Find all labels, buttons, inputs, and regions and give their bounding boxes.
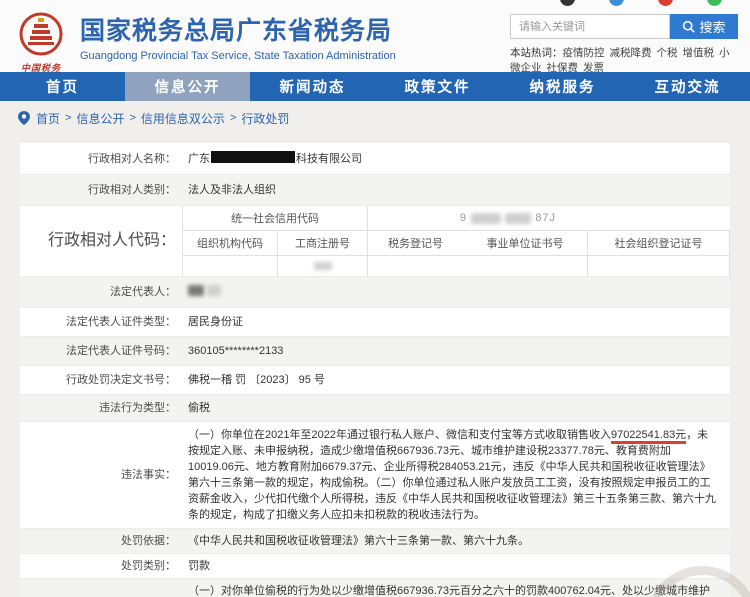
penalty-type-value: 罚款 (188, 560, 210, 572)
breadcrumb-credit-info[interactable]: 信用信息双公示 (141, 110, 225, 127)
row-legal-rep: 法定代表人： (20, 277, 730, 308)
nav-item-home[interactable]: 首页 (0, 72, 125, 101)
field-label: 法定代表人证件类型： (66, 316, 176, 328)
hotword-link[interactable]: 个税 (657, 47, 678, 59)
party-name-value: 广东 科技有限公司 (188, 150, 362, 165)
code-col-header: 税务登记号 (368, 231, 463, 256)
hotword-link[interactable]: 发票 (583, 62, 604, 74)
row-penalty-content: 处罚内容： （一）对你单位偷税的行为处以少缴增值税667936.73元百分之六十… (20, 579, 730, 597)
row-party-code: 行政相对人代码： 统一社会信用代码 9 87J 组织机构代码 工商注册号 税务登… (20, 206, 730, 277)
highlighted-amount: 97022541.83元 (610, 429, 687, 444)
row-party-category: 行政相对人类别： 法人及非法人组织 (20, 175, 730, 206)
breadcrumb-home[interactable]: 首页 (36, 110, 60, 127)
legal-rep-value (182, 284, 730, 300)
breadcrumb-admin-penalty[interactable]: 行政处罚 (241, 110, 289, 127)
emblem-icon (19, 12, 63, 56)
share-icons (560, 0, 722, 6)
hotword-link[interactable]: 疫情防控 (563, 47, 605, 59)
hotword-link[interactable]: 社保费 (547, 62, 579, 74)
redaction-blur-box (188, 285, 204, 296)
agency-title: 国家税务总局广东省税务局 (80, 17, 393, 45)
row-basis: 处罚依据： 《中华人民共和国税收征收管理法》第六十三条第一款、第六十九条。 (20, 529, 730, 554)
hotwords: 本站热词：疫情防控 减税降费 个税 增值税 小微企业 社保费 发票 (510, 46, 738, 76)
row-penalty-type: 处罚类别： 罚款 (20, 554, 730, 579)
search-bar: 搜索 (510, 14, 738, 39)
nav-item-info-disclosure[interactable]: 信息公开 (125, 72, 250, 101)
code-empty-cell (183, 256, 278, 276)
nav-item-news[interactable]: 新闻动态 (250, 72, 375, 101)
row-doc-number: 行政处罚决定文书号： 佛税一稽 罚 〔2023〕 95 号 (20, 366, 730, 395)
code-empty-cell (463, 256, 588, 276)
redaction-black-box (211, 150, 295, 163)
tax-bureau-logo: 中国税务 (10, 12, 72, 73)
share-icon-3[interactable] (658, 0, 673, 6)
redaction-blur-box (313, 262, 332, 270)
hotword-link[interactable]: 减税降费 (610, 47, 652, 59)
party-category-value: 法人及非法人组织 (188, 184, 276, 196)
field-label: 行政处罚决定文书号： (66, 374, 176, 386)
code-empty-cell (278, 256, 368, 276)
field-label: 处罚依据： (121, 535, 176, 547)
id-type-value: 居民身份证 (188, 316, 243, 328)
logo-caption: 中国税务 (20, 63, 61, 73)
top-strip (0, 0, 750, 8)
agency-title-block: 国家税务总局广东省税务局 Guangdong Provincial Tax Se… (80, 12, 396, 72)
code-col-header: 事业单位证书号 (463, 231, 588, 256)
doc-number-value: 佛税一稽 罚 〔2023〕 95 号 (188, 374, 325, 386)
location-pin-icon (18, 111, 30, 125)
field-label: 行政相对人类别： (88, 184, 176, 196)
search-button-label: 搜索 (699, 20, 726, 35)
breadcrumb: 首页 > 信息公开 > 信用信息双公示 > 行政处罚 (0, 101, 750, 135)
penalty-content-value: （一）对你单位偷税的行为处以少缴增值税667936.73元百分之六十的罚款400… (188, 585, 710, 597)
nav-item-tax-service[interactable]: 纳税服务 (500, 72, 625, 101)
agency-subtitle: Guangdong Provincial Tax Service, State … (80, 50, 396, 62)
field-label: 行政相对人代码： (47, 232, 176, 249)
field-label: 处罚类别： (121, 560, 176, 572)
search-button[interactable]: 搜索 (670, 14, 738, 39)
row-party-name: 行政相对人名称： 广东 科技有限公司 (20, 143, 730, 175)
code-col-header: 组织机构代码 (183, 231, 278, 256)
uscc-label: 统一社会信用代码 (183, 206, 368, 231)
code-empty-cell (368, 256, 463, 276)
breadcrumb-separator: > (129, 112, 136, 124)
field-label: 法定代表人： (110, 286, 176, 298)
field-label: 行政相对人名称： (88, 152, 176, 165)
breadcrumb-separator: > (65, 112, 72, 124)
share-icon-4[interactable] (707, 0, 722, 6)
row-facts: 违法事实： （一）你单位在2021年至2022年通过银行私人账户、微信和支付宝等… (20, 422, 730, 529)
party-code-subtable: 统一社会信用代码 9 87J 组织机构代码 工商注册号 税务登记号 事业单位证书… (182, 206, 730, 276)
redaction-blur-box (207, 285, 222, 296)
site-header: 中国税务 国家税务总局广东省税务局 Guangdong Provincial T… (0, 8, 750, 74)
facts-value: （一）你单位在2021年至2022年通过银行私人账户、微信和支付宝等方式收取销售… (188, 429, 716, 521)
nav-item-policy[interactable]: 政策文件 (375, 72, 500, 101)
field-label: 违法事实： (121, 469, 176, 481)
nav-item-interaction[interactable]: 互动交流 (625, 72, 750, 101)
field-label: 违法行为类型： (99, 402, 176, 414)
row-id-type: 法定代表人证件类型： 居民身份证 (20, 308, 730, 337)
code-col-header: 社会组织登记证号 (588, 231, 730, 256)
breadcrumb-separator: > (229, 112, 237, 124)
share-icon-2[interactable] (609, 0, 624, 6)
redaction-blur-box (505, 212, 532, 224)
share-icon-1[interactable] (560, 0, 575, 6)
id-number-value: 360105********2133 (188, 345, 284, 357)
penalty-record-table: 行政相对人名称： 广东 科技有限公司 行政相对人类别： 法人及非法人组织 行政相对… (20, 143, 750, 597)
row-violation-type: 违法行为类型： 偷税 (20, 395, 730, 422)
search-icon (683, 20, 696, 33)
hotword-link[interactable]: 增值税 (683, 47, 715, 59)
search-input[interactable] (510, 14, 670, 39)
hotwords-label: 本站热词： (510, 47, 563, 59)
main-nav: 首页 信息公开 新闻动态 政策文件 纳税服务 互动交流 (0, 72, 750, 101)
breadcrumb-info-disclosure[interactable]: 信息公开 (76, 110, 124, 127)
code-empty-cell (588, 256, 730, 276)
code-col-header: 工商注册号 (278, 231, 368, 256)
basis-value: 《中华人民共和国税收征收管理法》第六十三条第一款、第六十九条。 (188, 535, 529, 547)
redaction-blur-box (471, 212, 502, 224)
uscc-value: 9 87J (368, 206, 730, 231)
row-id-number: 法定代表人证件号码： 360105********2133 (20, 337, 730, 366)
field-label: 法定代表人证件号码： (66, 345, 176, 357)
violation-type-value: 偷税 (188, 402, 210, 414)
